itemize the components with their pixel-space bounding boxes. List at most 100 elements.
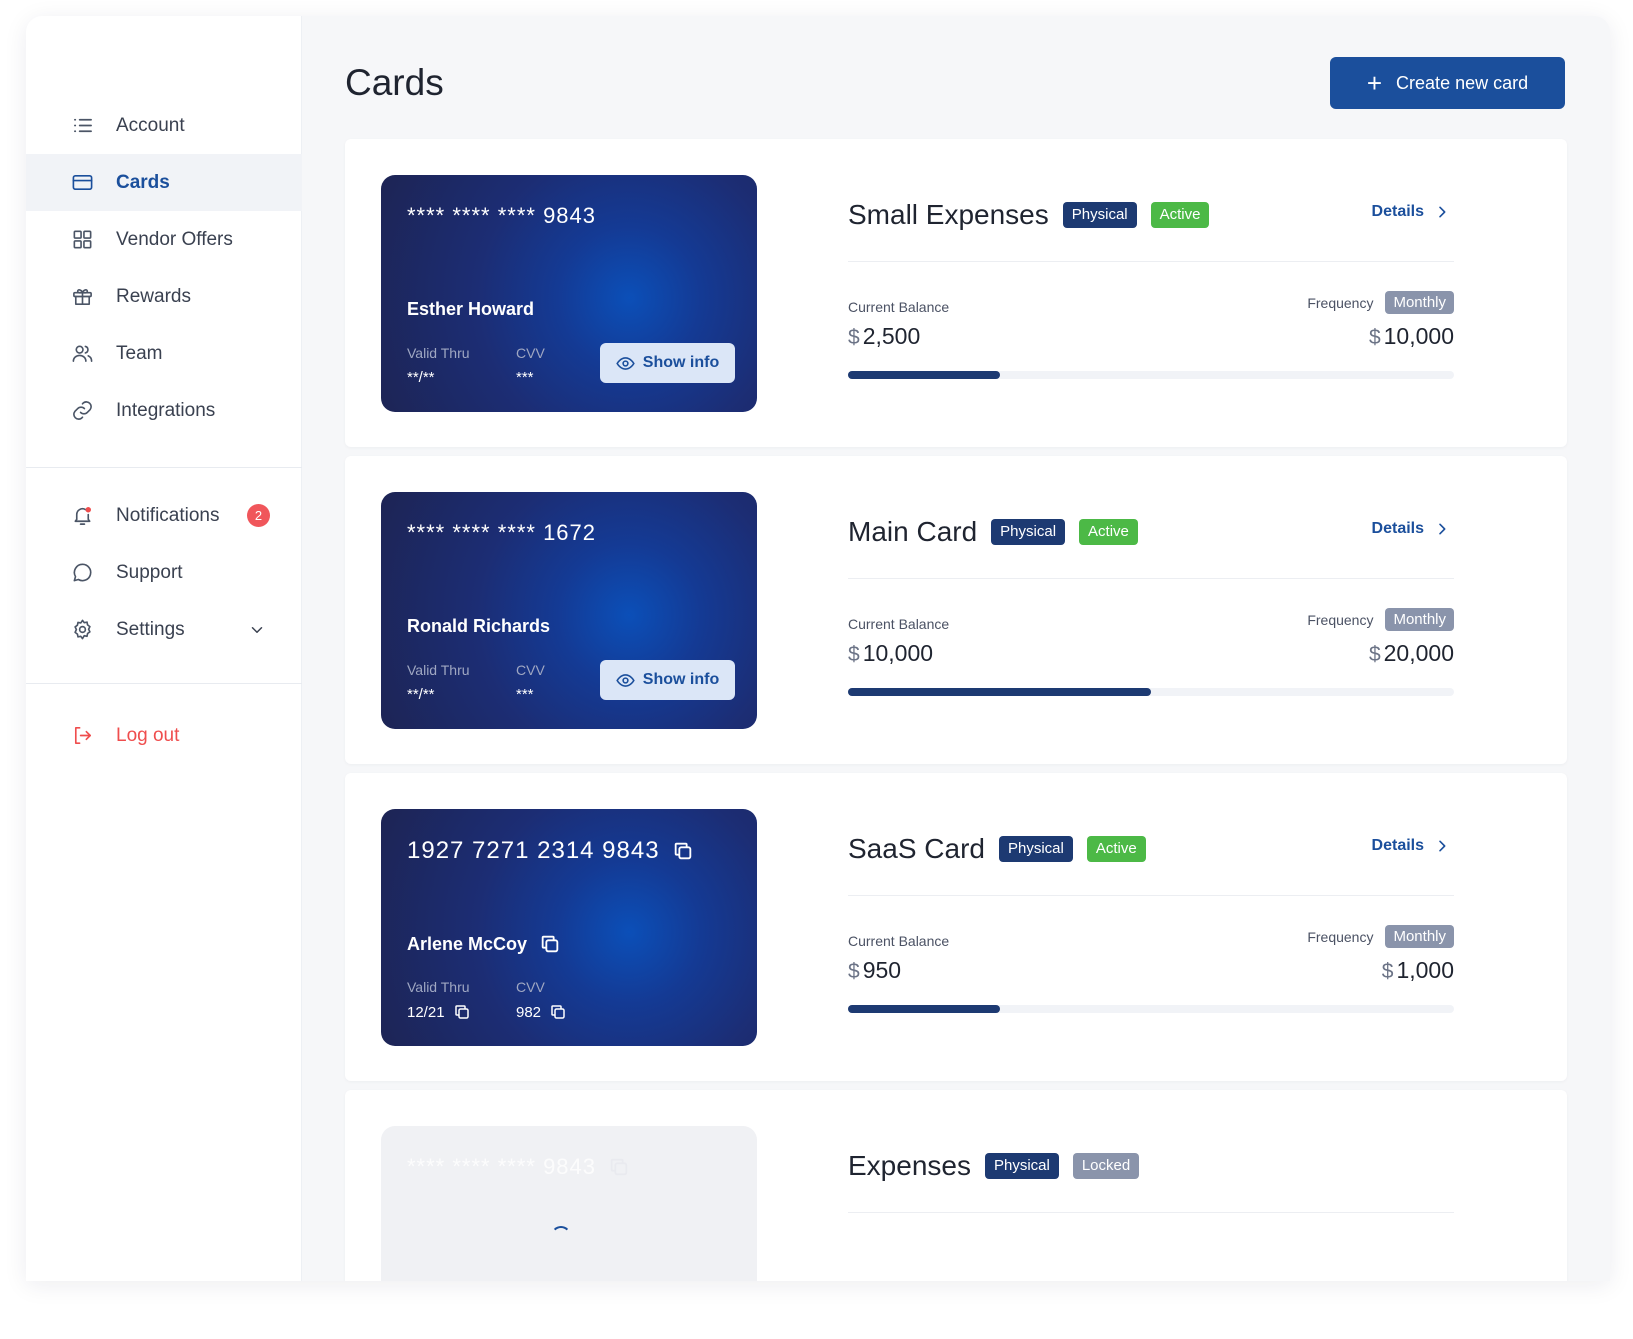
limit-amount: 20,000 (1383, 640, 1454, 666)
show-info-label: Show info (642, 671, 720, 688)
card-info: Expenses Physical Locked (848, 1090, 1454, 1281)
chevron-right-icon (1439, 206, 1446, 218)
balance-amount: 950 (862, 957, 902, 983)
frequency-tag: Monthly (1385, 608, 1454, 631)
chevron-right-icon (1439, 840, 1446, 852)
card-info: SaaS Card Physical Active Details Curren… (848, 773, 1454, 1081)
sidebar-item-team[interactable]: Team (26, 325, 302, 382)
chevron-right-icon (1439, 523, 1446, 535)
sidebar-item-integrations[interactable]: Integrations (26, 382, 302, 439)
sidebar-item-label: Team (116, 342, 163, 364)
limit-value: $10,000 (1369, 323, 1454, 350)
valid-thru-label: Valid Thru (407, 979, 470, 995)
currency-symbol: $ (1381, 960, 1394, 983)
spend-progress-bar (848, 1005, 1454, 1013)
sidebar-item-cards[interactable]: Cards (26, 154, 302, 211)
limit-value: $1,000 (1382, 957, 1454, 984)
copy-icon (608, 1156, 630, 1178)
frequency-label: Frequency (1307, 928, 1374, 945)
loading-spinner-icon (551, 1226, 571, 1246)
type-tag: Physical (1062, 202, 1137, 228)
copy-icon[interactable] (453, 1003, 471, 1021)
sidebar-item-label: Rewards (116, 285, 191, 307)
create-new-card-label: Create new card (1396, 72, 1529, 93)
frequency-label: Frequency (1307, 294, 1374, 311)
divider (848, 261, 1454, 262)
sidebar-item-support[interactable]: Support (26, 544, 302, 601)
sidebar-item-label: Support (116, 561, 183, 583)
sidebar-item-account[interactable]: Account (26, 97, 302, 154)
progress-fill (848, 688, 1151, 696)
divider (848, 1212, 1454, 1213)
sidebar-item-label: Notifications (116, 504, 220, 526)
valid-thru-value: 12/21 (407, 1003, 445, 1021)
card-name: SaaS Card (848, 833, 985, 864)
sidebar-item-rewards[interactable]: Rewards (26, 268, 302, 325)
status-badge: Active (1086, 836, 1146, 862)
spend-progress-bar (848, 371, 1454, 379)
status-badge: Locked (1072, 1153, 1140, 1179)
grid-icon (70, 228, 94, 252)
currency-symbol: $ (1368, 643, 1381, 666)
show-info-label: Show info (642, 354, 720, 371)
card-number-row: 1927 7271 2314 9843 (407, 837, 694, 865)
show-info-button[interactable]: Show info (600, 660, 735, 700)
create-new-card-button[interactable]: + Create new card (1330, 57, 1565, 109)
main-nav: Account Cards Vendor Offers Rewards Team… (26, 97, 302, 439)
limit-value: $20,000 (1369, 640, 1454, 667)
notification-count-badge: 2 (247, 504, 270, 527)
list-icon (70, 114, 94, 138)
sidebar-item-label: Settings (116, 618, 185, 640)
sidebar-item-notifications[interactable]: Notifications 2 (26, 487, 302, 544)
sidebar-item-label: Integrations (116, 399, 216, 421)
details-link[interactable]: Details (1372, 837, 1450, 855)
valid-thru-row: 12/21 (407, 1003, 471, 1021)
card-name: Main Card (848, 516, 978, 547)
valid-thru-label: Valid Thru (407, 345, 470, 361)
copy-icon[interactable] (539, 933, 561, 955)
card-panel: **** **** **** 9843 Esther Howard Valid … (345, 139, 1567, 447)
cvv-value: *** (516, 369, 534, 386)
cvv-value: *** (516, 686, 534, 703)
spend-progress-bar (848, 688, 1454, 696)
limit-amount: 10,000 (1383, 323, 1454, 349)
logout-label: Log out (116, 724, 180, 746)
cvv-label: CVV (516, 345, 545, 361)
divider (848, 895, 1454, 896)
logout-button[interactable]: Log out (26, 707, 302, 764)
valid-thru-label: Valid Thru (407, 662, 470, 678)
details-link[interactable]: Details (1372, 520, 1450, 538)
sidebar-item-label: Vendor Offers (116, 228, 233, 250)
sidebar-item-label: Account (116, 114, 185, 136)
copy-icon[interactable] (549, 1003, 567, 1021)
details-label: Details (1371, 203, 1424, 220)
credit-card: **** **** **** 9843 Esther Howard Valid … (381, 175, 757, 412)
show-info-button[interactable]: Show info (600, 343, 735, 383)
card-info: Main Card Physical Active Details Curren… (848, 456, 1454, 764)
progress-fill (848, 1005, 1000, 1013)
credit-card: 1927 7271 2314 9843 Arlene McCoy Valid T… (381, 809, 757, 1046)
details-label: Details (1371, 837, 1424, 854)
type-tag: Physical (998, 836, 1073, 862)
valid-thru-value: **/** (407, 369, 435, 386)
card-name: Expenses (848, 1150, 971, 1181)
currency-symbol: $ (848, 960, 860, 983)
logout-nav: Log out (26, 707, 302, 764)
progress-fill (848, 371, 1000, 379)
status-badge: Active (1150, 202, 1210, 228)
eye-icon (616, 356, 635, 370)
valid-thru-value: **/** (407, 686, 435, 703)
balance-label: Current Balance (848, 616, 950, 632)
type-tag: Physical (984, 1153, 1059, 1179)
sidebar-item-settings[interactable]: Settings (26, 601, 302, 658)
copy-icon[interactable] (672, 840, 694, 862)
sidebar-item-vendor-offers[interactable]: Vendor Offers (26, 211, 302, 268)
frequency-tag: Monthly (1385, 291, 1454, 314)
balance-amount: 10,000 (862, 640, 934, 666)
frequency: Frequency Monthly (1307, 925, 1454, 948)
details-link[interactable]: Details (1372, 203, 1450, 221)
card-holder: Esther Howard (407, 299, 535, 319)
chevron-down-icon[interactable] (248, 621, 266, 639)
card-holder: Ronald Richards (407, 616, 551, 636)
plus-icon: + (1366, 68, 1383, 98)
